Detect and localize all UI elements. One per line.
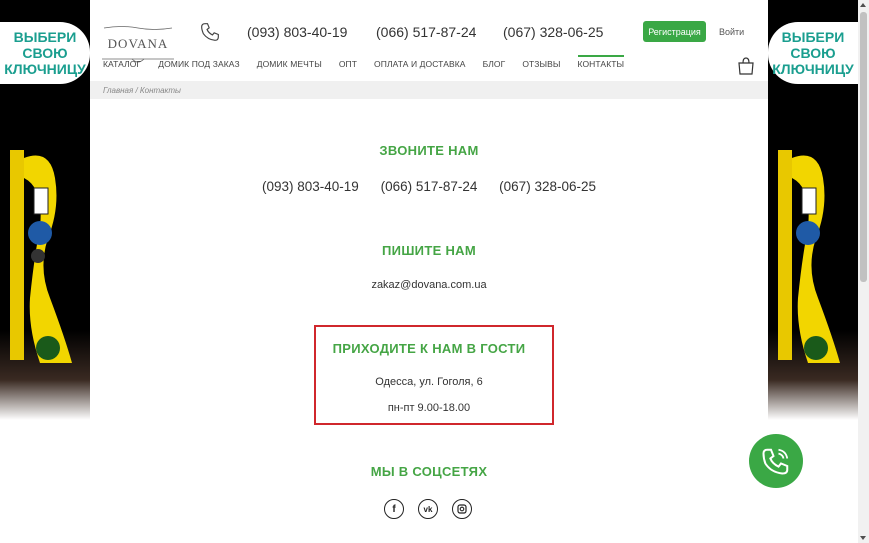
register-button[interactable]: Регистрация [643, 21, 706, 42]
nav-item-contacts[interactable]: КОНТАКТЫ [577, 55, 625, 69]
main-nav: КАТАЛОГ ДОМИК ПОД ЗАКАЗ ДОМИК МЕЧТЫ ОПТ … [103, 55, 641, 69]
scrollbar-thumb[interactable] [860, 12, 867, 282]
login-link[interactable]: Войти [719, 27, 744, 37]
breadcrumb-bar: Главная / Контакты [90, 81, 768, 99]
header-phone-2[interactable]: (066) 517-87-24 [376, 24, 476, 40]
nav-item-blog[interactable]: БЛОГ [483, 59, 506, 69]
instagram-glyph [457, 504, 467, 514]
contact-phones: (093) 803-40-19 (066) 517-87-24 (067) 32… [90, 179, 768, 194]
socials-title: МЫ В СОЦСЕТЯХ [370, 464, 488, 479]
breadcrumb[interactable]: Главная / Контакты [103, 86, 181, 95]
promo-line-1: ВЫБЕРИ [781, 29, 845, 45]
nav-item-reviews[interactable]: ОТЗЫВЫ [522, 59, 560, 69]
nav-item-dream-house[interactable]: ДОМИК МЕЧТЫ [257, 59, 322, 69]
page-scrollbar[interactable] [858, 0, 869, 543]
promo-line-2: СВОЮ [790, 45, 836, 61]
left-promo-banner[interactable]: ВЫБЕРИ СВОЮ КЛЮЧНИЦУ [0, 0, 90, 543]
header-phone-3[interactable]: (067) 328-06-25 [503, 24, 603, 40]
promo-text[interactable]: ВЫБЕРИ СВОЮ КЛЮЧНИЦУ [0, 22, 90, 84]
header-phone-1[interactable]: (093) 803-40-19 [247, 24, 347, 40]
nav-item-custom-house[interactable]: ДОМИК ПОД ЗАКАЗ [158, 59, 240, 69]
facebook-icon[interactable]: f [384, 499, 404, 519]
key-holder-image [778, 150, 840, 363]
visit-us-title: ПРИХОДИТЕ К НАМ В ГОСТИ [332, 341, 526, 356]
call-us-title: ЗВОНИТЕ НАМ [379, 143, 479, 158]
contact-email[interactable]: zakaz@dovana.com.ua [90, 279, 768, 291]
phone-icon [201, 23, 219, 41]
phone-ringing-icon [762, 448, 789, 475]
logo[interactable]: DOVANA [102, 18, 174, 63]
write-us-title: ПИШИТЕ НАМ [382, 243, 476, 258]
key-holder-image [10, 150, 72, 363]
callback-button[interactable] [749, 434, 803, 488]
promo-text[interactable]: ВЫБЕРИ СВОЮ КЛЮЧНИЦУ [768, 22, 858, 84]
nav-item-payment-delivery[interactable]: ОПЛАТА И ДОСТАВКА [374, 59, 466, 69]
logo-text: DOVANA [107, 36, 169, 51]
social-links: f vk [384, 499, 472, 519]
main-content: DOVANA (093) 803-40-19 (066) 517-87-24 (… [90, 0, 768, 543]
logo-ornament-top [103, 26, 173, 30]
nav-item-wholesale[interactable]: ОПТ [339, 59, 357, 69]
instagram-icon[interactable] [452, 499, 472, 519]
promo-line-3: КЛЮЧНИЦУ [772, 61, 854, 77]
nav-item-catalog[interactable]: КАТАЛОГ [103, 59, 141, 69]
contact-phone-2[interactable]: (066) 517-87-24 [381, 179, 478, 194]
promo-line-2: СВОЮ [22, 45, 68, 61]
promo-line-3: КЛЮЧНИЦУ [4, 61, 86, 77]
cart-icon[interactable] [737, 57, 755, 75]
working-hours: пн-пт 9.00-18.00 [387, 402, 471, 414]
scroll-down-icon[interactable] [860, 536, 866, 540]
promo-line-1: ВЫБЕРИ [13, 29, 77, 45]
scroll-up-icon[interactable] [860, 3, 866, 7]
contact-phone-3[interactable]: (067) 328-06-25 [499, 179, 596, 194]
contact-phone-1[interactable]: (093) 803-40-19 [262, 179, 359, 194]
vk-icon[interactable]: vk [418, 499, 438, 519]
address-text: Одесса, ул. Гоголя, 6 [375, 376, 483, 388]
